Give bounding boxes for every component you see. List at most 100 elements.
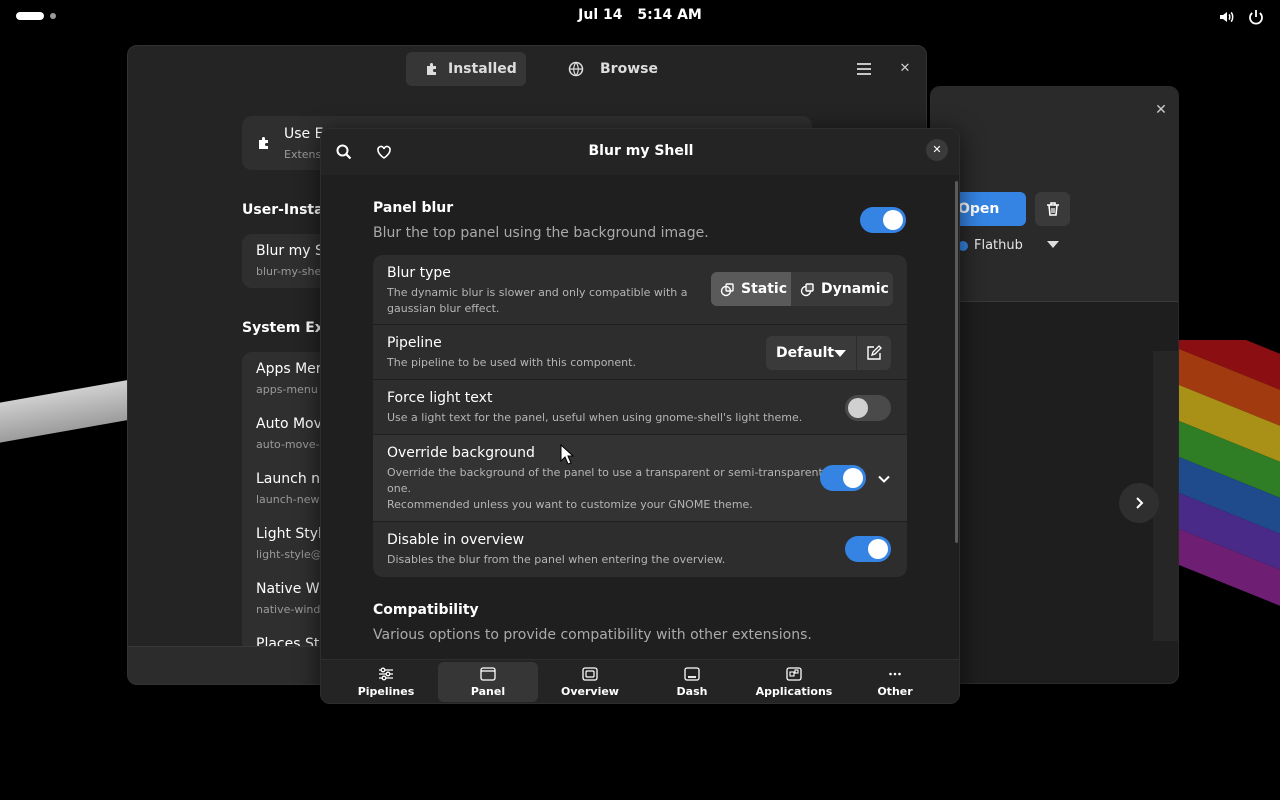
list-item-title[interactable]: Apps Men [256,361,325,377]
static-option-label: Static [741,281,788,297]
blur-type-subtitle-2: gaussian blur effect. [387,302,500,315]
pipeline-dropdown-value: Default [776,345,835,361]
tab-installed-label: Installed [448,61,517,77]
disable-in-overview-subtitle: Disables the blur from the panel when en… [387,553,726,566]
tab-other-label: Other [877,685,913,698]
override-background-subtitle-2: one. [387,482,411,495]
compatibility-title: Compatibility [373,602,479,618]
tab-applications[interactable]: Applications [744,662,844,702]
overview-icon [582,667,598,681]
trash-icon [1047,202,1059,216]
override-background-subtitle: Override the background of the panel to … [387,466,823,479]
next-screenshot-button[interactable] [1119,483,1159,523]
disable-in-overview-row: Disable in overview Disables the blur fr… [373,522,907,577]
power-icon[interactable] [1247,8,1265,26]
panel-settings-card: Blur type The dynamic blur is slower and… [373,255,907,577]
puzzle-icon [427,63,436,75]
volume-icon[interactable] [1218,8,1236,26]
tab-applications-label: Applications [755,685,833,698]
tab-overview-label: Overview [561,685,619,698]
panel-blur-toggle[interactable] [860,207,906,233]
wallpaper-rainbow [1176,340,1280,640]
scrollbar[interactable] [955,181,958,543]
mouse-cursor-icon [560,444,574,465]
tab-dash-label: Dash [676,685,708,698]
dialog-header [321,129,959,175]
list-item-subtitle: light-style@ [256,548,322,561]
clock-time: 5:14 AM [637,7,702,23]
blur-my-shell-dialog: Blur my Shell ✕ Panel blur Blur the top … [320,128,960,704]
list-item-subtitle: apps-menu [256,383,318,396]
uninstall-button[interactable] [1035,192,1070,226]
edit-pipeline-button[interactable] [857,336,891,370]
hamburger-menu-icon[interactable] [854,59,874,79]
blur-type-subtitle: The dynamic blur is slower and only comp… [387,286,688,299]
close-icon[interactable]: ✕ [894,58,916,80]
tab-pipelines[interactable]: Pipelines [336,662,436,702]
edit-icon [867,345,882,360]
list-item-title[interactable]: Launch ne [256,471,329,487]
override-background-toggle[interactable] [820,465,866,491]
dynamic-option-button[interactable]: Dynamic [791,272,893,306]
list-item-subtitle: auto-move- [256,438,320,451]
chevron-down-icon [834,350,846,357]
open-button-label: Open [958,201,1000,217]
sliders-icon [379,667,393,681]
close-icon[interactable]: ✕ [1150,99,1172,121]
override-background-title: Override background [387,445,535,461]
clock-date: Jul 14 [578,7,623,23]
override-background-row[interactable]: Override background Override the backgro… [373,435,907,522]
tab-dash[interactable]: Dash [642,662,742,702]
force-light-text-subtitle: Use a light text for the panel, useful w… [387,411,803,424]
list-item-subtitle: native-wind [256,603,321,616]
globe-icon [568,61,584,77]
force-light-text-title: Force light text [387,390,493,406]
pipeline-subtitle: The pipeline to be used with this compon… [387,356,636,369]
tab-browse[interactable]: Browse [544,52,658,86]
search-icon[interactable] [335,143,353,161]
compatibility-subtitle: Various options to provide compatibility… [373,627,812,643]
tab-pipelines-label: Pipelines [357,685,415,698]
source-label[interactable]: Flathub [974,238,1023,253]
list-item-title[interactable]: Native Wi [256,581,323,597]
dynamic-option-label: Dynamic [821,281,889,297]
tab-panel[interactable]: Panel [438,662,538,702]
force-light-text-row: Force light text Use a light text for th… [373,380,907,435]
clock[interactable]: Jul 14 5:14 AM [0,7,1280,23]
blur-type-selector: Static Dynamic [711,272,893,306]
tab-other[interactable]: Other [845,662,945,702]
blur-type-row: Blur type The dynamic blur is slower and… [373,255,907,325]
heart-icon[interactable] [375,143,393,161]
use-extensions-subtitle: Extens [284,148,322,161]
close-icon[interactable]: ✕ [926,139,948,161]
panel-icon [480,667,496,681]
pipeline-title: Pipeline [387,335,442,351]
list-item-subtitle: blur-my-she [256,265,322,278]
override-background-subtitle-3: Recommended unless you want to customize… [387,498,753,511]
bottom-navigation: Pipelines Panel Overview Dash Applicatio… [321,659,959,703]
applications-icon [786,667,802,681]
more-icon [889,672,901,676]
chevron-down-icon[interactable] [876,471,892,487]
dash-icon [684,667,700,681]
top-bar: Jul 14 5:14 AM [0,0,1280,32]
blur-static-icon [720,283,734,297]
blur-dynamic-icon [800,283,814,297]
workspace-indicator-active[interactable] [16,12,44,20]
wallpaper-beam [0,377,140,447]
app-details-window: ✕ Open Flathub [930,86,1179,684]
list-item-subtitle: launch-new [256,493,320,506]
force-light-text-toggle[interactable] [845,395,891,421]
workspace-indicator[interactable] [50,13,56,19]
static-option-button[interactable]: Static [711,272,791,306]
pipeline-dropdown[interactable]: Default [766,336,856,370]
blur-type-title: Blur type [387,265,451,281]
source-dropdown-icon[interactable] [1047,241,1059,248]
panel-blur-subtitle: Blur the top panel using the background … [373,225,709,241]
tab-installed[interactable]: Installed [406,52,526,86]
disable-in-overview-toggle[interactable] [845,536,891,562]
tab-browse-label: Browse [600,61,658,77]
pipeline-row: Pipeline The pipeline to be used with th… [373,325,907,380]
tab-overview[interactable]: Overview [540,662,640,702]
tab-panel-label: Panel [470,685,506,698]
